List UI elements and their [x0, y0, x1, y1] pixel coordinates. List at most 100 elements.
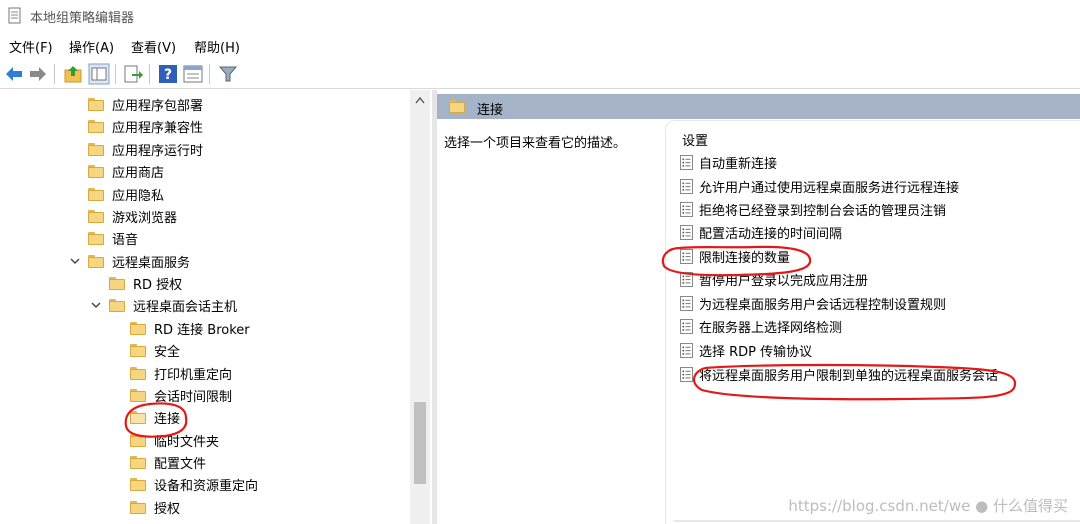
filter-icon[interactable]: [217, 63, 239, 85]
setting-label: 允许用户通过使用远程桌面服务进行远程连接: [699, 180, 960, 196]
policy-setting-icon: [680, 154, 693, 170]
tree-item-session-host[interactable]: 远程桌面会话主机: [89, 294, 237, 316]
menu-action[interactable]: 操作(A): [69, 37, 114, 56]
setting-row-single-session[interactable]: 将远程桌面服务用户限制到单独的远程桌面服务会话: [680, 363, 998, 385]
folder-icon: [88, 231, 104, 245]
scrollbar-thumb[interactable]: [414, 402, 426, 484]
folder-icon: [130, 388, 146, 402]
tree-item[interactable]: 应用程序兼容性: [88, 115, 203, 137]
tree-item-label: 连接: [154, 411, 181, 427]
toolbar-separator: [209, 64, 210, 84]
setting-row[interactable]: 配置活动连接的时间间隔: [680, 221, 842, 243]
chevron-down-icon[interactable]: [89, 298, 103, 312]
menu-bar: 文件(F) 操作(A) 查看(V) 帮助(H): [0, 33, 1080, 57]
tree-item[interactable]: RD 授权: [109, 272, 182, 294]
folder-icon: [130, 477, 146, 491]
menu-view[interactable]: 查看(V): [131, 37, 176, 56]
folder-icon: [88, 142, 104, 156]
menu-file[interactable]: 文件(F): [9, 37, 53, 56]
tree-item[interactable]: 授权: [130, 496, 180, 518]
tree-item[interactable]: 设备和资源重定向: [130, 473, 258, 495]
details-header-title: 连接: [477, 103, 504, 118]
tree-item[interactable]: 应用商店: [88, 160, 164, 182]
tree-item-label: 语音: [112, 232, 139, 248]
folder-icon: [449, 100, 465, 113]
policy-editor-icon: [8, 7, 21, 24]
tree-item-label: 远程桌面服务: [112, 255, 191, 271]
tree-item-label: 应用程序包部署: [112, 98, 204, 114]
setting-row[interactable]: 允许用户通过使用远程桌面服务进行远程连接: [680, 175, 959, 197]
tree-pane: 应用程序包部署 应用程序兼容性 应用程序运行时 应用商店 应用隐私 游戏浏览器 …: [0, 90, 432, 524]
tree-item-label: 游戏浏览器: [112, 210, 178, 226]
setting-row[interactable]: 自动重新连接: [680, 151, 777, 173]
policy-setting-icon: [680, 224, 693, 240]
back-arrow-icon[interactable]: [3, 63, 25, 85]
folder-icon: [88, 119, 104, 133]
tree-item-label: 授权: [154, 501, 181, 517]
policy-setting-icon: [680, 295, 693, 311]
tree-item[interactable]: 打印机重定向: [130, 362, 232, 384]
tree-item-label: RD 授权: [133, 277, 183, 293]
tree-item-label: 设备和资源重定向: [154, 478, 259, 494]
setting-row[interactable]: 选择 RDP 传输协议: [680, 339, 812, 361]
tree-item[interactable]: 临时文件夹: [130, 429, 219, 451]
tree-item[interactable]: 游戏浏览器: [88, 205, 177, 227]
horizontal-scrollbar[interactable]: [674, 520, 1080, 522]
menu-help[interactable]: 帮助(H): [194, 37, 240, 56]
scroll-up-icon[interactable]: [415, 96, 425, 104]
tree-item-label: 应用隐私: [112, 188, 165, 204]
policy-setting-icon: [680, 342, 693, 358]
toolbar: ?: [0, 59, 1080, 89]
export-list-icon[interactable]: [122, 63, 144, 85]
tree-scrollbar[interactable]: [410, 90, 430, 524]
setting-label: 拒绝将已经登录到控制台会话的管理员注销: [699, 203, 947, 219]
tree-item-label: 远程桌面会话主机: [133, 299, 238, 315]
tree-item-label: 会话时间限制: [154, 389, 233, 405]
setting-label: 限制连接的数量: [699, 250, 791, 266]
folder-icon: [130, 433, 146, 447]
title-bar: 本地组策略编辑器: [0, 0, 1080, 32]
folder-icon: [88, 164, 104, 178]
settings-column-header[interactable]: 设置: [682, 130, 708, 149]
setting-row[interactable]: 在服务器上选择网络检测: [680, 315, 842, 337]
tree-item[interactable]: 应用隐私: [88, 183, 164, 205]
folder-icon: [88, 97, 104, 111]
help-icon[interactable]: ?: [157, 63, 179, 85]
chevron-down-icon[interactable]: [68, 254, 82, 268]
forward-arrow-icon[interactable]: [27, 63, 49, 85]
watermark-logo-icon: ●: [975, 497, 989, 515]
setting-row[interactable]: 暂停用户登录以完成应用注册: [680, 268, 868, 290]
setting-row[interactable]: 拒绝将已经登录到控制台会话的管理员注销: [680, 198, 946, 220]
tree-item[interactable]: 语音: [88, 227, 138, 249]
properties-icon[interactable]: [182, 63, 204, 85]
folder-icon: [130, 500, 146, 514]
folder-icon: [88, 254, 104, 268]
details-pane: 连接 选择一个项目来查看它的描述。 设置 自动重新连接 允许用户通过使用远程桌面…: [437, 90, 1080, 524]
tree-item[interactable]: 应用程序运行时: [88, 138, 203, 160]
toolbar-separator: [149, 64, 150, 84]
tree-item-connections-selected[interactable]: 连接: [130, 406, 180, 428]
folder-icon: [130, 366, 146, 380]
details-header: 连接: [437, 94, 1080, 119]
toolbar-separator: [54, 64, 55, 84]
folder-icon: [130, 343, 146, 357]
description-text: 选择一个项目来查看它的描述。: [444, 136, 627, 151]
window-title: 本地组策略编辑器: [30, 11, 135, 26]
setting-row[interactable]: 为远程桌面服务用户会话远程控制设置规则: [680, 292, 946, 314]
folder-icon: [130, 455, 146, 469]
tree-item[interactable]: RD 连接 Broker: [130, 317, 250, 339]
tree-item[interactable]: 应用程序包部署: [88, 93, 203, 115]
svg-text:?: ?: [164, 67, 172, 83]
tree-item[interactable]: 会话时间限制: [130, 384, 232, 406]
policy-setting-icon: [680, 178, 693, 194]
tree-item[interactable]: 安全: [130, 339, 180, 361]
up-folder-icon[interactable]: [62, 63, 84, 85]
tree-item-label: 应用程序兼容性: [112, 120, 204, 136]
toolbar-separator: [115, 64, 116, 84]
tree-item-remote-desktop-services[interactable]: 远程桌面服务: [68, 250, 190, 272]
setting-label: 为远程桌面服务用户会话远程控制设置规则: [699, 297, 947, 313]
tree-item[interactable]: 配置文件: [130, 451, 206, 473]
show-hide-tree-icon[interactable]: [88, 63, 110, 85]
watermark: https://blog.csdn.net/we ● 什么值得买: [788, 495, 1068, 516]
setting-row-limit-connections[interactable]: 限制连接的数量: [680, 245, 790, 267]
